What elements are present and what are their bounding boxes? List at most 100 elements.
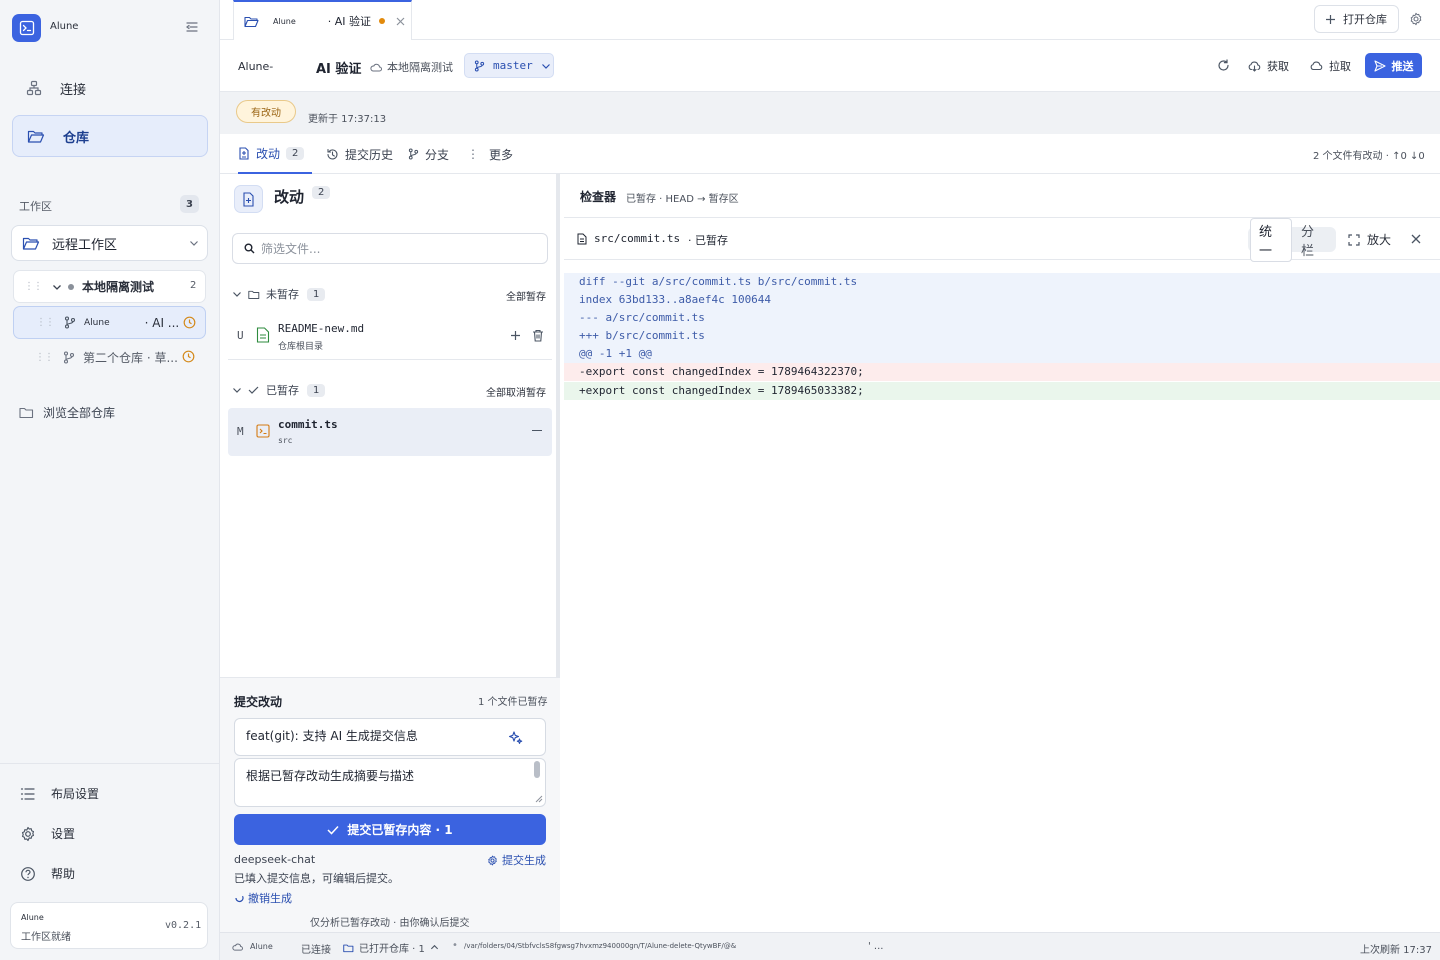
tab-more[interactable]: ⋮ 更多	[467, 134, 513, 174]
folder-icon	[22, 235, 40, 251]
fetch-button[interactable]: 获取	[1248, 58, 1289, 74]
drag-handle-icon[interactable]: ⋮⋮	[24, 281, 43, 292]
changes-summary: 2 个文件有改动 · ↑0 ↓0	[1313, 151, 1425, 162]
tab-changes-label: 改动	[256, 146, 281, 161]
settings-button[interactable]: 设置	[20, 825, 75, 842]
diff-file-path: src/commit.ts	[594, 232, 681, 245]
diff-file-state: · 已暂存	[688, 234, 728, 247]
git-branch-icon	[408, 148, 419, 160]
markdown-file-icon	[256, 327, 270, 343]
file-name: README-new.md	[278, 322, 365, 335]
diff-view-toggle: 统一 分栏	[1248, 217, 1336, 262]
app-name: Alune	[50, 21, 79, 32]
folder-icon	[343, 943, 354, 953]
commit-generate-link[interactable]: 提交生成	[487, 852, 546, 868]
view-unified-button[interactable]: 统一	[1250, 217, 1292, 262]
commit-staged-button[interactable]: 提交已暂存内容 · 1	[234, 814, 546, 845]
sparkles-icon[interactable]	[508, 730, 523, 745]
repo-tab[interactable]: Alune · AI 验证	[233, 0, 412, 40]
repo-name: Alune-	[238, 60, 274, 73]
help-button[interactable]: 帮助	[20, 865, 75, 882]
commit-section: 提交改动 1 个文件已暂存 feat(git): 支持 AI 生成提交信息 根据…	[220, 677, 560, 932]
unstage-all-button[interactable]: 全部取消暂存	[486, 384, 546, 399]
staged-group-header[interactable]: 已暂存 1 全部取消暂存	[232, 382, 548, 399]
open-repo-button[interactable]: 打开仓库	[1314, 5, 1399, 33]
chevron-down-icon[interactable]	[232, 385, 242, 395]
chevron-down-icon[interactable]	[232, 289, 242, 299]
push-label: 推送	[1391, 59, 1414, 73]
refresh-icon[interactable]	[1217, 59, 1230, 72]
repo-header: Alune- AI 验证 本地隔离测试 master 获取 拉取 推送	[220, 40, 1440, 92]
chevron-down-icon[interactable]	[52, 282, 62, 292]
repo-tree-item-alune[interactable]: ⋮⋮ Alune · AI ...	[13, 306, 206, 339]
layout-list-icon	[20, 787, 36, 801]
filter-files-placeholder: 筛选文件...	[261, 242, 321, 256]
file-dir: src	[278, 436, 293, 445]
pull-button[interactable]: 拉取	[1310, 58, 1351, 74]
workspace-status-card: Alune 工作区就绪 v0.2.1	[10, 902, 208, 949]
close-icon[interactable]	[1411, 234, 1421, 244]
filled-note: 已填入提交信息，可编辑后提交。	[234, 872, 399, 885]
file-diff-icon	[238, 146, 250, 160]
gear-icon	[20, 826, 36, 842]
view-split-button[interactable]: 分栏	[1292, 218, 1334, 262]
check-icon	[327, 825, 339, 835]
filter-files-input[interactable]: 筛选文件...	[232, 233, 548, 264]
branch-selector[interactable]: master	[464, 53, 554, 78]
drag-handle-icon[interactable]: ⋮⋮	[36, 317, 55, 328]
unstaged-file-row[interactable]: U README-new.md 仓库根目录	[228, 312, 552, 360]
nav-connections[interactable]: 连接	[12, 67, 208, 109]
unstaged-label: 未暂存	[266, 288, 299, 301]
diff-hunk-header: @@ -1 +1 @@	[564, 345, 1440, 363]
tab-history[interactable]: 提交历史	[326, 134, 393, 174]
separator-dot: •	[452, 940, 458, 951]
repo-tree-item-second[interactable]: ⋮⋮ 第二个仓库 · 草...	[13, 341, 206, 374]
commit-message-text: feat(git): 支持 AI 生成提交信息	[246, 729, 418, 743]
commit-description-input[interactable]: 根据已暂存改动生成摘要与描述	[234, 758, 546, 807]
resize-handle-icon[interactable]	[535, 795, 543, 803]
path-ellipsis: ' ...	[868, 941, 884, 952]
workspace-select-value: 远程工作区	[52, 237, 118, 253]
git-branch-icon	[64, 316, 76, 329]
staged-file-row[interactable]: M commit.ts src	[228, 408, 552, 456]
drag-handle-icon[interactable]: ⋮⋮	[35, 352, 54, 363]
browse-all-repos-link[interactable]: 浏览全部仓库	[19, 404, 115, 421]
zoom-button[interactable]: 放大	[1348, 231, 1391, 248]
layout-settings-button[interactable]: 布局设置	[20, 785, 99, 802]
tab-more-label: 更多	[489, 147, 514, 162]
nav-repositories[interactable]: 仓库	[12, 115, 208, 157]
trash-icon[interactable]	[532, 329, 544, 342]
sidebar-collapse-icon[interactable]	[185, 20, 199, 34]
plus-icon[interactable]	[510, 330, 521, 341]
commit-message-input[interactable]: feat(git): 支持 AI 生成提交信息	[234, 718, 546, 756]
minus-icon[interactable]	[532, 430, 542, 431]
inspector-header: 检查器 已暂存 · HEAD → 暂存区	[564, 174, 1440, 218]
workspace-indicator: 本地隔离测试	[370, 59, 453, 75]
stage-all-button[interactable]: 全部暂存	[506, 288, 546, 303]
scrollbar-thumb[interactable]	[534, 761, 540, 778]
folder-open-icon	[27, 128, 45, 144]
plus-icon	[1325, 14, 1336, 25]
close-icon[interactable]	[396, 17, 405, 26]
terminal-file-icon	[256, 424, 270, 438]
tab-changes[interactable]: 改动 2	[238, 134, 312, 174]
open-repos-indicator[interactable]: 已打开仓库 · 1	[343, 940, 439, 955]
diff-view: diff --git a/src/commit.ts b/src/commit.…	[564, 273, 1440, 403]
diff-line: +++ b/src/commit.ts	[564, 327, 1440, 345]
repo-tab-name: Alune	[273, 16, 296, 26]
fetch-label: 获取	[1267, 60, 1289, 73]
tab-branches[interactable]: 分支	[408, 134, 449, 174]
workspace-group-row[interactable]: ⋮⋮ 本地隔离测试 2	[13, 270, 206, 303]
search-icon	[244, 243, 255, 254]
more-vertical-icon: ⋮	[467, 147, 479, 161]
unstaged-group-header[interactable]: 未暂存 1 全部暂存	[232, 286, 548, 303]
push-button[interactable]: 推送	[1365, 53, 1422, 78]
repo-status-strip: 有改动 更新于 17:37:13	[220, 92, 1440, 134]
tab-bar: Alune · AI 验证 打开仓库	[220, 0, 1440, 40]
undo-generate-link[interactable]: 撤销生成	[234, 890, 292, 906]
diff-toolbar: src/commit.ts · 已暂存 统一 分栏 放大	[564, 217, 1440, 262]
commit-staged-info: 1 个文件已暂存	[478, 697, 548, 708]
gear-icon[interactable]	[1409, 12, 1423, 26]
workspace-select[interactable]: 远程工作区	[11, 225, 208, 261]
status-dot	[68, 283, 74, 290]
